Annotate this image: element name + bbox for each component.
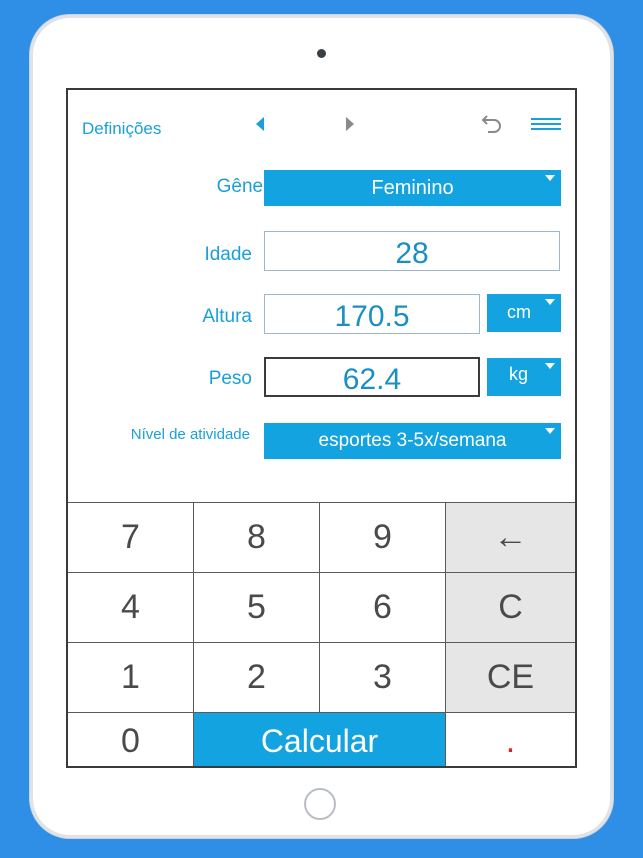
key-0[interactable]: 0 bbox=[68, 713, 194, 766]
app-screen: Definições Gênero Feminino Idade 28 Altu… bbox=[66, 88, 577, 768]
gender-select[interactable]: Feminino bbox=[264, 170, 561, 206]
calculate-button[interactable]: Calcular bbox=[194, 713, 446, 766]
tablet-frame: Definições Gênero Feminino Idade 28 Altu… bbox=[30, 15, 613, 838]
age-label: Idade bbox=[204, 244, 252, 265]
backspace-button[interactable]: ← bbox=[446, 503, 575, 573]
weight-input[interactable]: 62.4 bbox=[264, 357, 480, 397]
key-7[interactable]: 7 bbox=[68, 503, 194, 573]
key-2[interactable]: 2 bbox=[194, 643, 320, 713]
age-input[interactable]: 28 bbox=[264, 231, 560, 271]
weight-label: Peso bbox=[208, 368, 252, 389]
height-label: Altura bbox=[202, 306, 252, 327]
clear-entry-button[interactable]: CE bbox=[446, 643, 575, 713]
clear-button[interactable]: C bbox=[446, 573, 575, 643]
key-9[interactable]: 9 bbox=[320, 503, 446, 573]
settings-link[interactable]: Definições bbox=[82, 119, 161, 139]
key-6[interactable]: 6 bbox=[320, 573, 446, 643]
weight-unit-select[interactable]: kg bbox=[487, 358, 561, 396]
home-button[interactable] bbox=[304, 788, 336, 820]
gender-value: Feminino bbox=[371, 176, 454, 199]
height-input[interactable]: 170.5 bbox=[264, 294, 480, 334]
key-1[interactable]: 1 bbox=[68, 643, 194, 713]
next-arrow-icon[interactable] bbox=[346, 117, 354, 131]
chevron-down-icon bbox=[545, 428, 555, 434]
height-unit-value: cm bbox=[507, 302, 531, 322]
top-toolbar: Definições bbox=[68, 90, 575, 140]
chevron-down-icon bbox=[545, 175, 555, 181]
height-unit-select[interactable]: cm bbox=[487, 294, 561, 332]
key-3[interactable]: 3 bbox=[320, 643, 446, 713]
previous-arrow-icon[interactable] bbox=[256, 117, 264, 131]
activity-value: esportes 3-5x/semana bbox=[318, 430, 507, 451]
key-8[interactable]: 8 bbox=[194, 503, 320, 573]
weight-unit-value: kg bbox=[509, 364, 529, 384]
activity-select[interactable]: esportes 3-5x/semana bbox=[264, 423, 561, 459]
decimal-button[interactable]: . bbox=[446, 713, 575, 766]
activity-label: Nível de atividade bbox=[130, 426, 250, 443]
numeric-keypad: 7 8 9 ← 4 5 6 C 1 2 3 CE 0 Calcular . bbox=[68, 502, 575, 766]
key-4[interactable]: 4 bbox=[68, 573, 194, 643]
menu-icon[interactable] bbox=[531, 118, 561, 132]
undo-icon[interactable] bbox=[480, 114, 502, 134]
camera-dot bbox=[317, 49, 326, 58]
chevron-down-icon bbox=[545, 363, 555, 369]
gender-label: Gênero bbox=[216, 176, 280, 197]
chevron-down-icon bbox=[545, 299, 555, 305]
key-5[interactable]: 5 bbox=[194, 573, 320, 643]
